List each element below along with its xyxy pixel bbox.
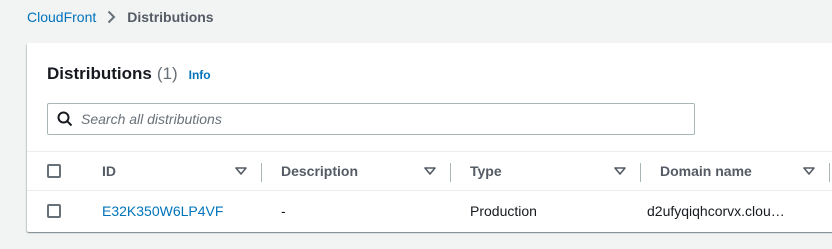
column-header-id[interactable]: ID xyxy=(102,152,116,190)
column-header-description-label: Description xyxy=(281,163,359,179)
distribution-count: (1) xyxy=(156,64,178,83)
column-header-type-label: Type xyxy=(470,163,502,179)
distributions-panel: Distributions (1) Info ID Description xyxy=(27,43,832,232)
sort-type-cell xyxy=(614,152,626,190)
distribution-domain-name: d2ufyqiqhcorvx.clou… xyxy=(647,203,785,219)
search-input[interactable] xyxy=(81,108,661,130)
breadcrumb-cloudfront-link[interactable]: CloudFront xyxy=(27,9,96,25)
select-all-checkbox[interactable] xyxy=(47,164,61,178)
table-row[interactable]: E32K350W6LP4VF - Production d2ufyqiqhcor… xyxy=(27,191,832,231)
breadcrumb: CloudFront Distributions xyxy=(27,8,214,26)
panel-header: Distributions (1) Info xyxy=(47,64,211,86)
breadcrumb-current: Distributions xyxy=(127,9,214,25)
search-icon xyxy=(57,111,73,127)
column-resizer[interactable] xyxy=(829,163,830,182)
select-all-cell xyxy=(47,152,61,190)
search-box[interactable] xyxy=(47,103,695,135)
column-header-description[interactable]: Description xyxy=(281,152,358,190)
distribution-description: - xyxy=(281,203,286,219)
distribution-id-link[interactable]: E32K350W6LP4VF xyxy=(102,203,223,219)
sort-description-cell xyxy=(424,152,436,190)
column-header-domain-name[interactable]: Domain name xyxy=(660,152,752,190)
column-header-id-label: ID xyxy=(102,163,116,179)
sort-down-icon[interactable] xyxy=(614,167,626,175)
sort-id-cell xyxy=(235,152,247,190)
column-resizer[interactable] xyxy=(261,163,262,182)
chevron-right-icon xyxy=(108,10,116,24)
row-select-cell xyxy=(47,191,61,231)
table-header-row: ID Description Type Domain name xyxy=(27,151,832,191)
sort-domain-cell xyxy=(803,152,815,190)
column-resizer[interactable] xyxy=(450,163,451,182)
info-link[interactable]: Info xyxy=(189,68,211,82)
column-header-domain-name-label: Domain name xyxy=(660,163,752,179)
row-checkbox[interactable] xyxy=(47,204,61,218)
sort-down-icon[interactable] xyxy=(235,167,247,175)
column-header-type[interactable]: Type xyxy=(470,152,502,190)
sort-down-icon[interactable] xyxy=(803,167,815,175)
cell-description: - xyxy=(281,191,286,231)
column-resizer[interactable] xyxy=(640,163,641,182)
cell-type: Production xyxy=(470,191,537,231)
sort-down-icon[interactable] xyxy=(424,167,436,175)
distribution-type: Production xyxy=(470,203,537,219)
cell-id: E32K350W6LP4VF xyxy=(102,191,223,231)
panel-title: Distributions xyxy=(47,64,152,83)
cell-domain-name: d2ufyqiqhcorvx.clou… xyxy=(647,191,785,231)
